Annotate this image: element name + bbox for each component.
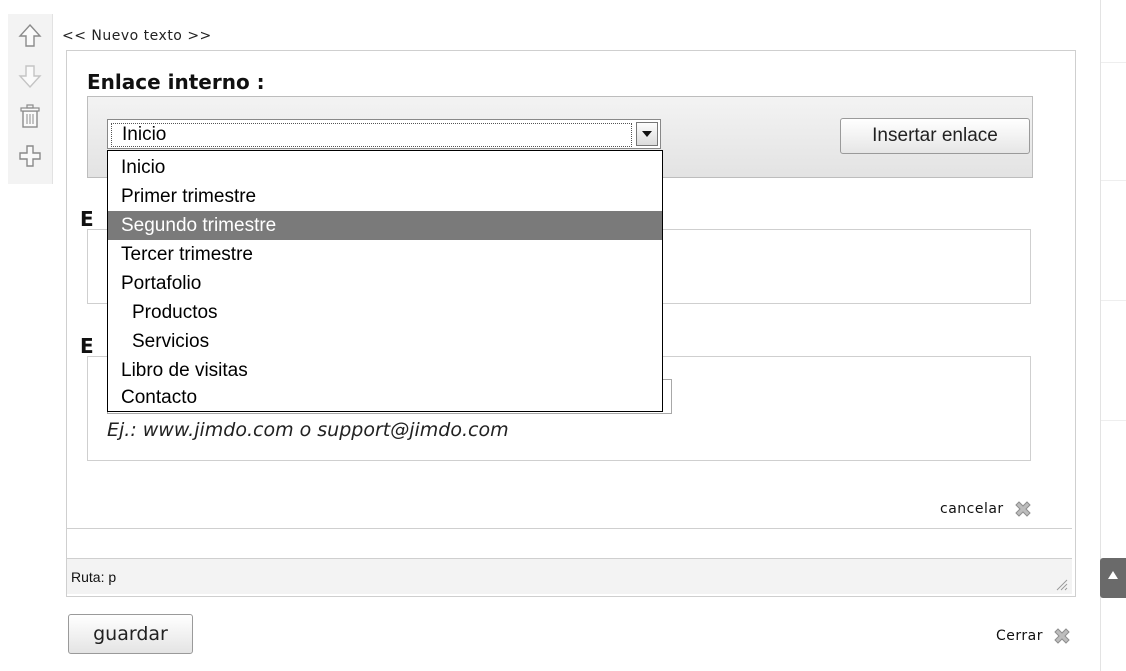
external-link-example: Ej.: www.jimdo.com o support@jimdo.com	[107, 419, 509, 441]
element-header: << Nuevo texto >>	[62, 28, 212, 44]
dropdown-option[interactable]: Libro de visitas	[108, 356, 662, 385]
close-link[interactable]: Cerrar	[996, 626, 1072, 646]
close-x-icon	[1052, 626, 1072, 646]
dropdown-option-highlighted[interactable]: Segundo trimestre	[108, 211, 662, 240]
page-select-dropdown[interactable]: Inicio Primer trimestre Segundo trimestr…	[107, 150, 663, 412]
dropdown-option[interactable]: Primer trimestre	[108, 182, 662, 211]
arrow-up-icon	[1108, 571, 1118, 579]
right-divider-line	[1101, 180, 1126, 181]
cancel-link[interactable]: cancelar	[940, 499, 1033, 519]
save-button[interactable]: guardar	[68, 614, 193, 654]
close-label: Cerrar	[996, 628, 1043, 644]
page-select-value: Inicio	[111, 123, 632, 147]
chevron-down-icon[interactable]	[636, 122, 658, 146]
page-select[interactable]: Inicio	[107, 119, 661, 149]
cancel-label: cancelar	[940, 501, 1004, 517]
plus-icon[interactable]	[16, 142, 44, 170]
scroll-top-button[interactable]	[1100, 558, 1126, 598]
dropdown-option[interactable]: Contacto	[108, 383, 662, 412]
file-link-title: E	[80, 207, 94, 231]
resize-grip-icon[interactable]	[1054, 576, 1068, 591]
dropdown-option[interactable]: Inicio	[108, 153, 662, 182]
path-text: Ruta: p	[71, 569, 117, 585]
dropdown-suboption[interactable]: Productos	[108, 298, 662, 327]
trash-icon[interactable]	[16, 102, 44, 130]
close-x-icon	[1013, 499, 1033, 519]
arrow-up-icon[interactable]	[16, 22, 44, 50]
dropdown-suboption[interactable]: Servicios	[108, 327, 662, 356]
editor-path-bar: Ruta: p	[67, 558, 1072, 594]
external-link-title: E	[80, 334, 94, 358]
right-divider-line	[1101, 62, 1126, 63]
insert-link-button[interactable]: Insertar enlace	[840, 118, 1030, 154]
arrow-down-icon[interactable]	[16, 62, 44, 90]
internal-link-title: Enlace interno :	[87, 70, 265, 94]
right-divider-line	[1101, 300, 1126, 301]
dropdown-option[interactable]: Portafolio	[108, 269, 662, 298]
right-divider-line	[1101, 420, 1126, 421]
dropdown-option[interactable]: Tercer trimestre	[108, 240, 662, 269]
element-toolbar	[8, 14, 53, 184]
